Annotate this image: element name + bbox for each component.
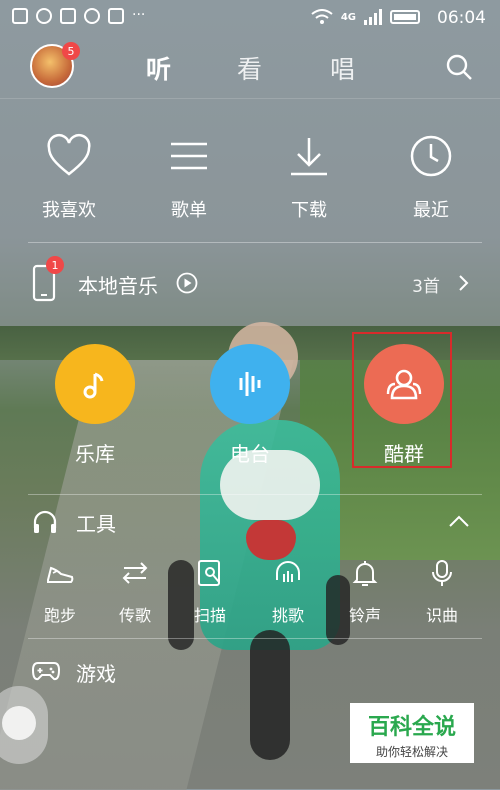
tool-pick-label: 挑歌 [271, 606, 304, 625]
feature-radio-label: 电台 [230, 442, 270, 466]
chevron-right-icon [459, 275, 469, 291]
transfer-icon [122, 562, 148, 584]
headphone-icon [276, 561, 300, 582]
quick-downloads[interactable]: 下载 [254, 132, 364, 222]
quick-playlists[interactable]: 歌单 [134, 132, 244, 222]
games-row[interactable]: 游戏 [30, 654, 470, 688]
shoe-icon [47, 566, 74, 583]
library-circle [55, 344, 135, 424]
radio-circle [210, 344, 290, 424]
watermark-logo: 百科全说 助你轻松解决 [350, 703, 474, 763]
tool-ringtone-label: 铃声 [348, 606, 381, 625]
feature-library-label: 乐库 [75, 442, 115, 466]
tab-sing[interactable]: 唱 [330, 50, 355, 86]
battery-icon [390, 10, 420, 24]
nav-divider [0, 98, 500, 99]
local-music-row[interactable]: 1 本地音乐 3首 [30, 256, 470, 308]
tab-watch[interactable]: 看 [237, 50, 262, 86]
floating-button-dot [2, 706, 36, 740]
download-icon [291, 138, 327, 176]
feature-radio[interactable]: 电台 [195, 344, 305, 467]
games-title: 游戏 [76, 662, 116, 686]
headphone-icon [33, 510, 57, 533]
watermark-subtitle: 助你轻松解决 [375, 745, 448, 759]
music-note-icon [83, 372, 104, 399]
app-icon [84, 8, 100, 24]
tools-title: 工具 [76, 512, 116, 536]
broom-icon [108, 8, 124, 24]
local-music-count: 3首 [412, 277, 440, 297]
search-icon[interactable] [446, 54, 472, 80]
tool-transfer-label: 传歌 [118, 606, 151, 625]
scan-icon [198, 560, 220, 586]
tool-transfer[interactable]: 传歌 [103, 558, 167, 626]
clock: 06:04 [437, 8, 486, 28]
more-icon: ··· [132, 7, 146, 23]
quick-recent[interactable]: 最近 [376, 132, 486, 222]
avatar-badge: 5 [62, 42, 80, 60]
gamepad-icon [32, 662, 60, 681]
tool-run[interactable]: 跑步 [28, 558, 92, 626]
tool-run-label: 跑步 [43, 606, 76, 625]
section-divider [28, 242, 482, 243]
clock-icon [410, 135, 452, 177]
quick-downloads-label: 下载 [291, 200, 327, 221]
tool-scan-label: 扫描 [193, 606, 226, 625]
tool-ringtone[interactable]: 铃声 [333, 558, 397, 626]
tool-scan[interactable]: 扫描 [178, 558, 242, 626]
tool-identify-label: 识曲 [425, 606, 458, 625]
status-bar: ··· 4G 06:04 [0, 0, 500, 36]
wifi-icon [311, 9, 333, 24]
tools-header[interactable]: 工具 [30, 504, 470, 538]
quick-favorites[interactable]: 我喜欢 [14, 132, 124, 222]
play-circle-icon[interactable] [176, 272, 198, 294]
highlight-box [352, 332, 452, 468]
signal-icon [364, 9, 382, 25]
section-divider [28, 494, 482, 495]
section-divider [28, 638, 482, 639]
bell-icon [352, 561, 378, 586]
quick-playlists-label: 歌单 [171, 200, 207, 221]
list-icon [171, 142, 207, 170]
quick-recent-label: 最近 [413, 200, 449, 221]
feature-library[interactable]: 乐库 [40, 344, 150, 467]
image-icon [60, 8, 76, 24]
quick-favorites-label: 我喜欢 [42, 200, 96, 221]
notification-icons: ··· [12, 8, 145, 24]
floating-assist-button[interactable] [0, 686, 48, 764]
wechat-icon [36, 8, 52, 24]
chevron-up-icon[interactable] [448, 514, 470, 528]
local-music-label: 本地音乐 [78, 274, 158, 298]
local-music-badge: 1 [46, 256, 64, 274]
mic-icon [432, 560, 452, 586]
tab-listen[interactable]: 听 [146, 50, 171, 86]
avatar[interactable]: 5 [30, 42, 80, 88]
watermark-title: 百科全说 [367, 715, 456, 740]
heart-icon [47, 134, 91, 176]
background-wheel [250, 630, 290, 760]
radio-wave-icon [239, 372, 261, 396]
network-type: 4G [340, 11, 356, 23]
system-icons: 4G [311, 9, 420, 25]
tool-identify[interactable]: 识曲 [410, 558, 474, 626]
notification-icon [12, 8, 28, 24]
tool-pick[interactable]: 挑歌 [256, 558, 320, 626]
